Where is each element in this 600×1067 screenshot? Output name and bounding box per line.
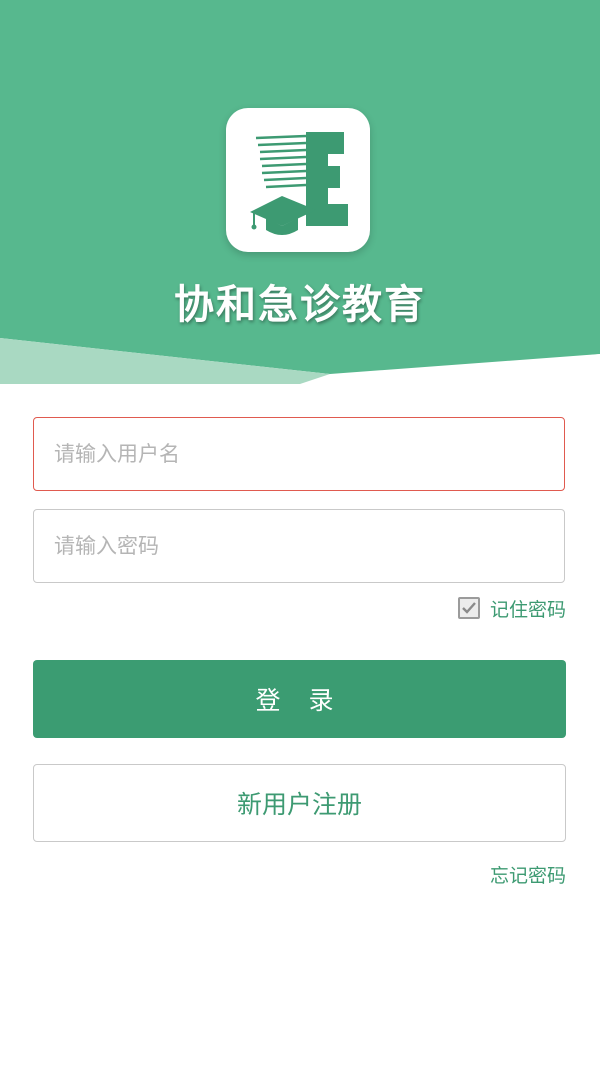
checkmark-icon (462, 602, 476, 614)
forgot-password-link[interactable]: 忘记密码 (490, 861, 566, 888)
remember-checkbox[interactable] (457, 597, 480, 619)
remember-label: 记住密码 (489, 598, 566, 621)
app-logo (226, 108, 370, 252)
app-title: 协和急诊教育 (174, 282, 426, 328)
register-button[interactable]: 新用户注册 (33, 764, 566, 842)
login-button[interactable]: 登 录 (33, 660, 566, 738)
username-field[interactable] (33, 417, 565, 491)
remember-password-toggle[interactable]: 记住密码 (457, 596, 566, 621)
header-banner: 协和急诊教育 (0, 0, 600, 384)
password-field[interactable] (33, 509, 565, 583)
username-input[interactable] (34, 418, 564, 490)
graduation-cap-E-icon (250, 132, 348, 235)
password-input[interactable] (34, 510, 564, 582)
